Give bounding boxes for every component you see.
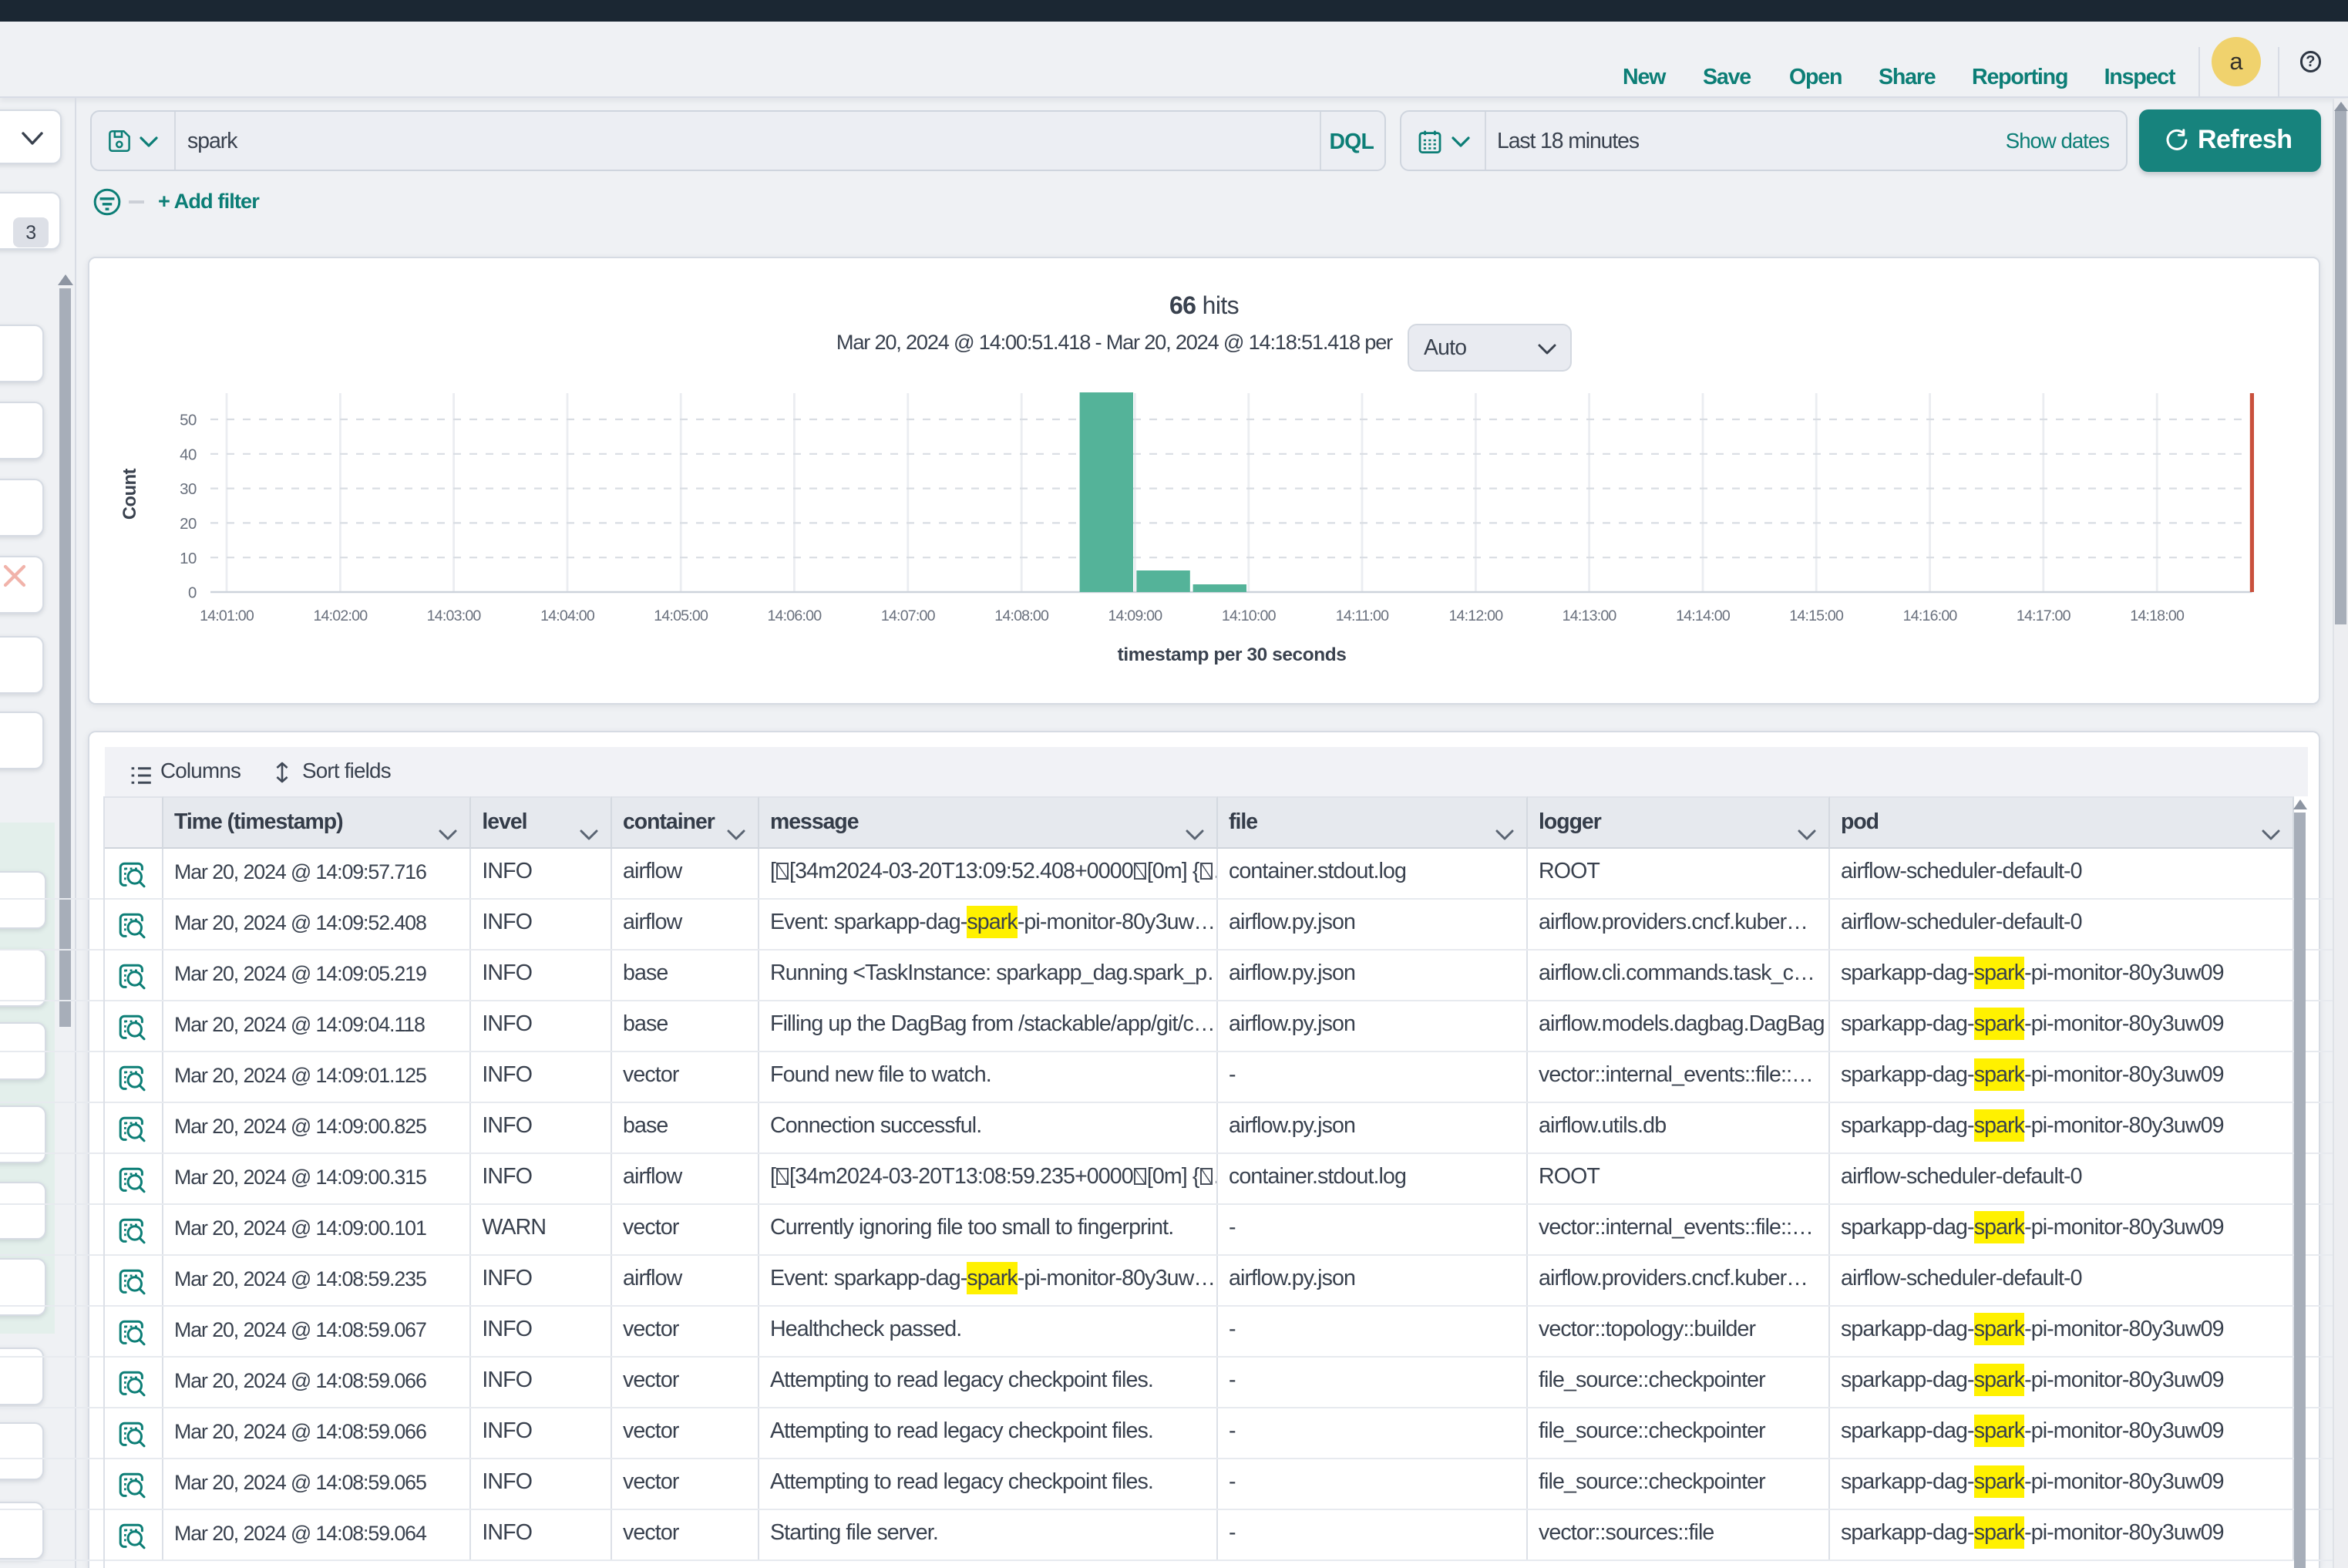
svg-text:14:18:00: 14:18:00 <box>2130 607 2185 624</box>
svg-text:14:12:00: 14:12:00 <box>1448 607 1503 624</box>
svg-text:14:13:00: 14:13:00 <box>1563 607 1617 624</box>
svg-text:Count: Count <box>120 468 140 520</box>
svg-text:50: 50 <box>180 412 197 429</box>
svg-text:10: 10 <box>180 550 197 567</box>
svg-text:20: 20 <box>180 516 197 533</box>
svg-text:14:10:00: 14:10:00 <box>1222 607 1277 624</box>
svg-text:14:09:00: 14:09:00 <box>1108 607 1162 624</box>
svg-text:40: 40 <box>180 446 197 463</box>
svg-text:14:17:00: 14:17:00 <box>2017 607 2071 624</box>
svg-text:14:01:00: 14:01:00 <box>200 607 254 624</box>
svg-text:14:11:00: 14:11:00 <box>1336 607 1389 624</box>
svg-text:14:04:00: 14:04:00 <box>540 607 595 624</box>
svg-text:14:07:00: 14:07:00 <box>881 607 936 624</box>
svg-text:30: 30 <box>180 481 197 498</box>
svg-text:14:08:00: 14:08:00 <box>994 607 1049 624</box>
svg-text:14:02:00: 14:02:00 <box>313 607 368 624</box>
svg-text:14:15:00: 14:15:00 <box>1789 607 1844 624</box>
svg-text:14:05:00: 14:05:00 <box>654 607 708 624</box>
svg-text:timestamp per 30 seconds: timestamp per 30 seconds <box>1118 644 1347 665</box>
svg-text:14:03:00: 14:03:00 <box>427 607 482 624</box>
svg-text:14:14:00: 14:14:00 <box>1676 607 1731 624</box>
svg-text:0: 0 <box>188 585 197 602</box>
svg-text:14:16:00: 14:16:00 <box>1903 607 1958 624</box>
svg-text:14:06:00: 14:06:00 <box>767 607 822 624</box>
